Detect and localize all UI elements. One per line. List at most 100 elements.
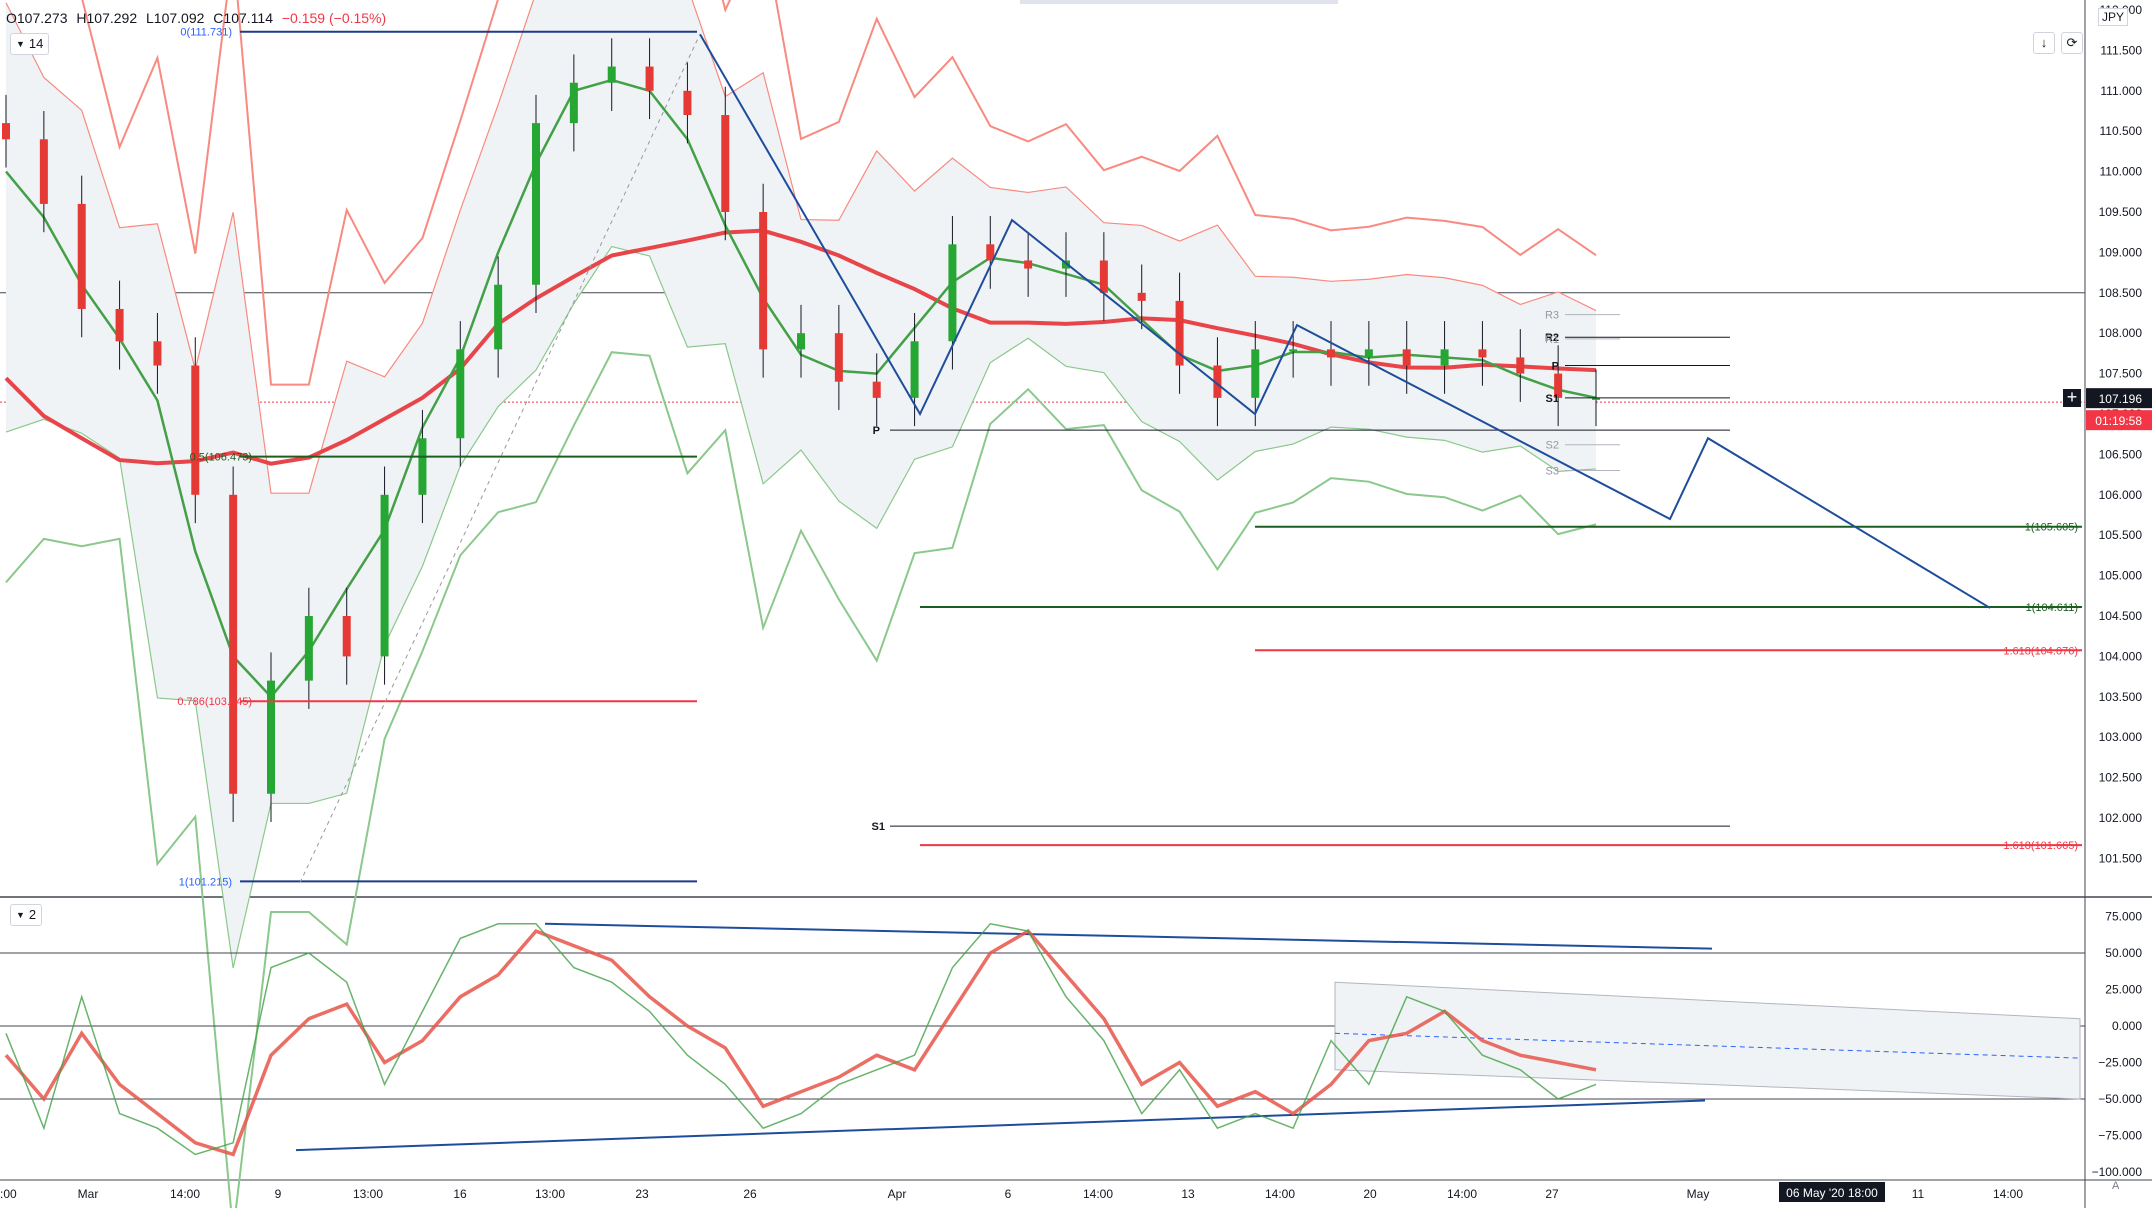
candle-body [267, 680, 275, 794]
time-axis-tick: 6 [1005, 1187, 1012, 1201]
fib-level-label: 0.5(106.473) [190, 452, 252, 464]
price-axis-tick: 105.500 [2099, 528, 2143, 542]
price-axis-tick: 104.500 [2099, 609, 2143, 623]
candle-body [1364, 349, 1373, 358]
sub-indicators-count: 2 [28, 907, 37, 922]
candle-body [1440, 349, 1449, 366]
candle-body [721, 115, 730, 212]
osc-lower-trendline [295, 1099, 1706, 1152]
reset-scale-icon[interactable]: ⟳ [2061, 32, 2083, 54]
fib-level-label: 1(101.215) [179, 876, 232, 888]
candle-body [1516, 357, 1525, 374]
candle-body [1289, 349, 1298, 352]
regression-channel [1334, 981, 2081, 1100]
currency-label[interactable]: JPY [2098, 8, 2129, 26]
price-axis-tick: 105.000 [2099, 569, 2143, 583]
candle-body [380, 494, 389, 657]
price-axis-tick: 104.000 [2099, 649, 2143, 663]
main-indicators-chip[interactable]: ▼ 14 [10, 33, 50, 55]
candle-body [77, 203, 86, 309]
price-axis-tick: 102.000 [2099, 811, 2143, 825]
time-axis-tick: Apr [888, 1187, 907, 1201]
time-axis-tick: 14:00 [1447, 1187, 1477, 1201]
main-indicators-count: 14 [28, 36, 44, 51]
candle-body [1402, 349, 1411, 366]
time-axis-tick: 14:00 [1083, 1187, 1113, 1201]
osc-axis-tick: −25.000 [2098, 1056, 2142, 1070]
pivot-label: S2 [1546, 440, 1559, 452]
pivot-label: R3 [1545, 310, 1559, 322]
price-axis-tick: 106.000 [2099, 488, 2143, 502]
ohlc-low: L107.092 [146, 10, 205, 26]
time-axis-tick: 26 [743, 1187, 757, 1201]
price-axis-tick: 110.500 [2100, 124, 2143, 138]
auto-scale-button[interactable]: A [2112, 1180, 2119, 1192]
collapse-arrow-icon: ▼ [16, 39, 25, 49]
ohlc-close: C107.114 [213, 10, 273, 26]
price-axis-tick: 111.500 [2100, 43, 2142, 57]
candle-body [1327, 349, 1335, 358]
time-axis-tick: 16 [453, 1187, 467, 1201]
collapse-arrow-icon: ▼ [16, 910, 25, 920]
pivot-label: S3 [1546, 466, 1559, 478]
time-axis-tick: 27 [1545, 1187, 1559, 1201]
time-axis-tick: 13:00 [535, 1187, 565, 1201]
fib-level-label: 0(111.731) [180, 27, 232, 39]
time-axis-tick: 9 [275, 1187, 282, 1201]
candle-body [645, 66, 654, 91]
time-axis-tick: 13:00 [353, 1187, 383, 1201]
chart-canvas[interactable]: 0(111.731) 0.5(106.473) 0.786(103.445) 1(10… [0, 0, 2152, 1208]
candle-body [304, 616, 313, 681]
osc-axis-tick: 50.000 [2105, 946, 2142, 960]
fib-level-label: 1.618(104.076) [2003, 645, 2078, 657]
time-axis-tick: 23 [635, 1187, 649, 1201]
osc-axis-tick: 0.000 [2112, 1019, 2142, 1033]
last-price-label: 107.196 [2099, 392, 2143, 406]
candle-body [39, 139, 48, 204]
ohlc-change: −0.159 (−0.15%) [281, 10, 387, 26]
candle-body [456, 349, 465, 439]
pivot-label: P [1552, 361, 1559, 373]
candle-body [494, 284, 503, 350]
pivot-label: P [873, 425, 880, 437]
add-alert-plus-icon[interactable]: + [2063, 388, 2081, 407]
price-axis-tick: 110.000 [2100, 165, 2143, 179]
candle-body [872, 381, 881, 398]
candle-body [759, 212, 768, 350]
price-axis-tick: 103.500 [2099, 690, 2143, 704]
price-axis-tick: 108.500 [2099, 286, 2143, 300]
osc-upper-trendline [544, 922, 1713, 950]
candle-body [191, 365, 200, 495]
scroll-down-icon[interactable]: ↓ [2033, 32, 2055, 54]
fib-level-label: 1.618(101.665) [2003, 840, 2078, 852]
osc-axis-tick: 75.000 [2105, 910, 2142, 924]
osc-axis-tick: −100.000 [2092, 1165, 2143, 1179]
pivot-label: S1 [1546, 393, 1559, 405]
countdown-label: 01:19:58 [2095, 414, 2142, 428]
candle-body [1099, 260, 1108, 293]
candle-body [607, 66, 616, 83]
sub-indicators-chip[interactable]: ▼ 2 [10, 904, 43, 926]
ohlc-open: O107.273 [6, 10, 68, 26]
candle-body [948, 244, 957, 342]
price-axis-tick: 103.000 [2099, 730, 2143, 744]
candle-body [683, 90, 692, 116]
candle-body [1478, 349, 1487, 358]
candle-body [797, 333, 805, 350]
pivot-label: S1 [872, 821, 885, 833]
time-axis-tick: 20 [1363, 1187, 1377, 1201]
osc-axis-tick: 25.000 [2105, 983, 2142, 997]
price-axis-tick: 101.500 [2099, 851, 2143, 865]
candle-body [834, 333, 843, 382]
candle-body [342, 616, 351, 657]
osc-axis-tick: −75.000 [2098, 1129, 2142, 1143]
price-axis-tick: 109.500 [2099, 205, 2143, 219]
time-axis-tick: :00 [0, 1187, 17, 1201]
pivot-label: R1 [1545, 334, 1559, 346]
candle-body [910, 341, 919, 398]
price-axis-tick: 111.000 [2100, 84, 2142, 98]
time-axis-tick: Mar [78, 1187, 99, 1201]
time-axis-tick: 14:00 [1993, 1187, 2023, 1201]
candle-body [115, 308, 124, 342]
candle-body [1137, 292, 1146, 301]
